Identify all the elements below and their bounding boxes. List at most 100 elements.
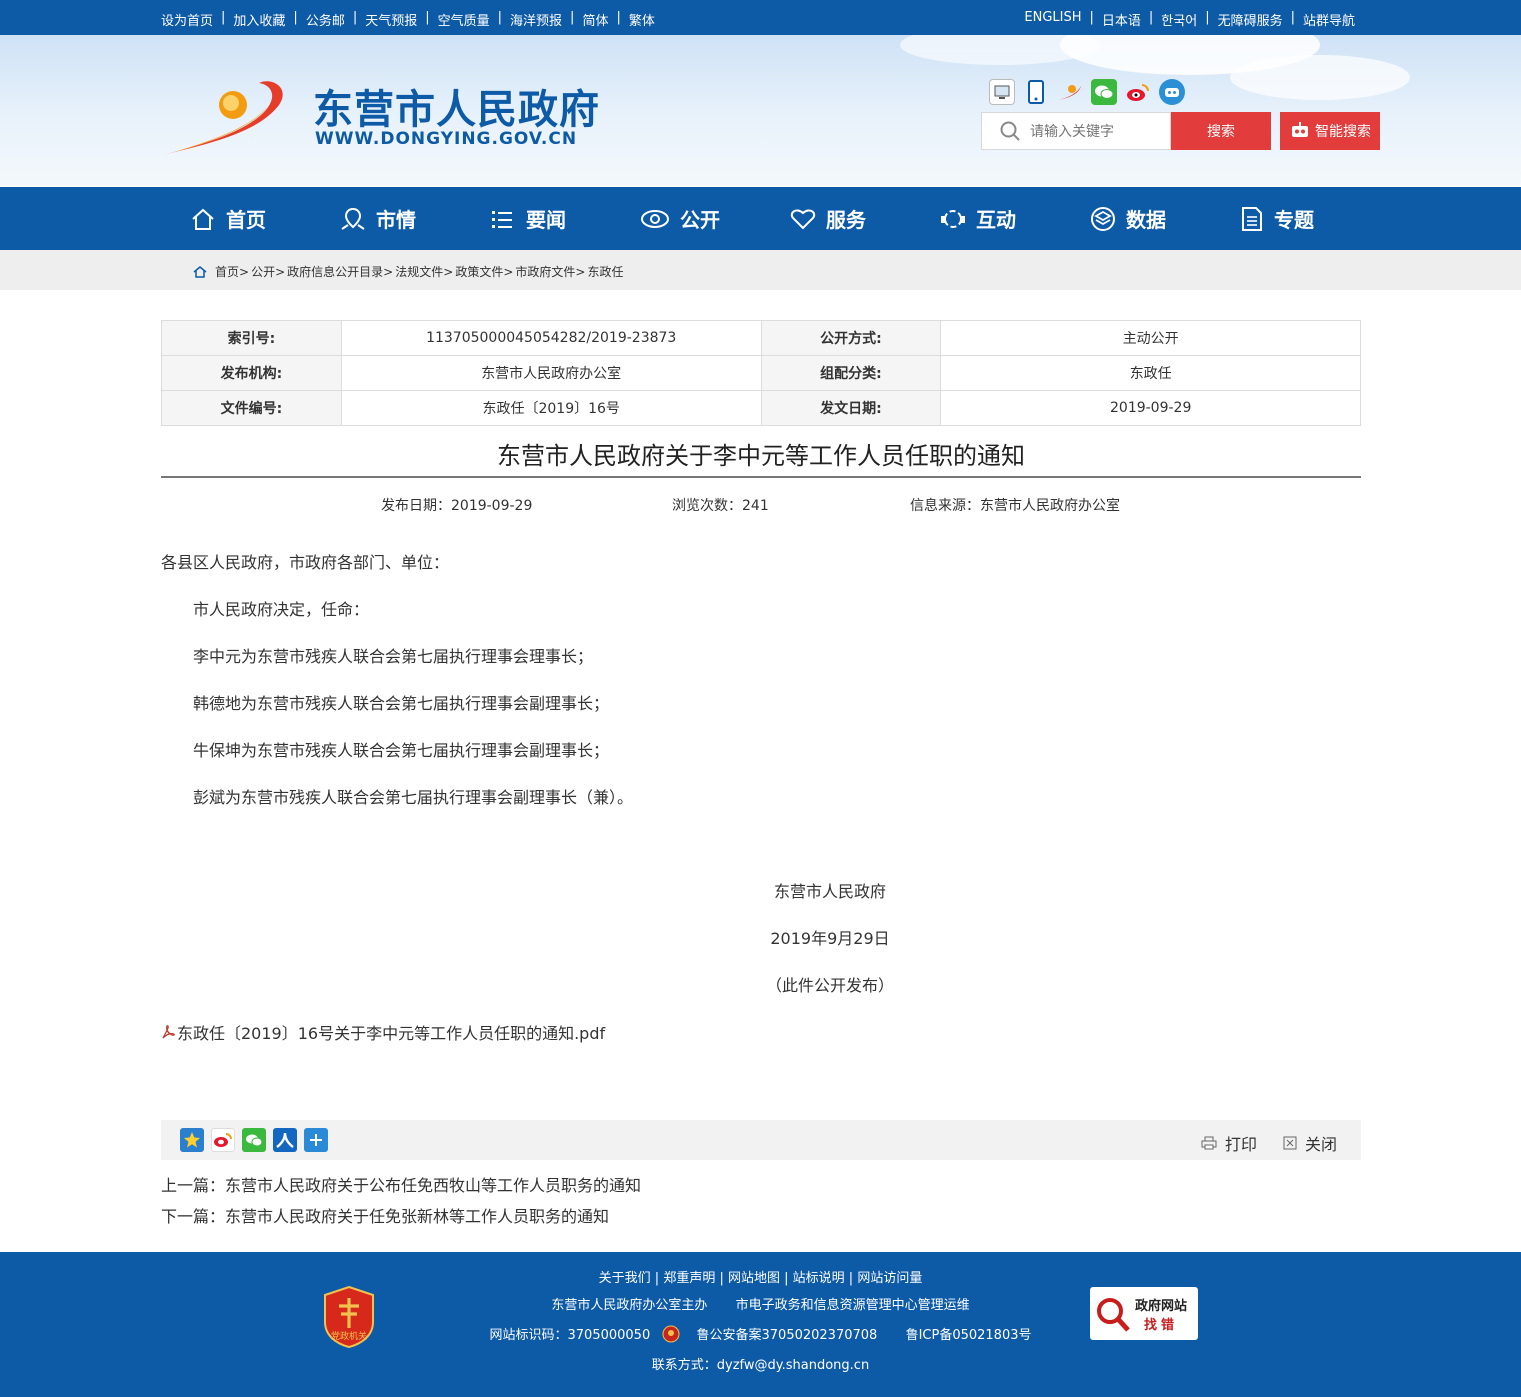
data-icon (1091, 206, 1115, 231)
police-emblem-icon (662, 1325, 680, 1343)
nav-item-city[interactable]: 市情 (340, 187, 416, 250)
publish-note: （此件公开发布） (765, 976, 894, 995)
open-mode-label: 公开方式: (760, 320, 942, 356)
search-input[interactable] (1030, 121, 1160, 143)
sign-date: 2019年9月29日 (770, 929, 890, 948)
eye-icon (641, 209, 669, 228)
cloud-decoration (1230, 55, 1410, 100)
error-report-line1: 政府网站 (1135, 1298, 1188, 1314)
open-mode-value: 主动公开 (940, 320, 1361, 356)
breadcrumb-link[interactable]: 东政任 (587, 263, 623, 280)
print-button[interactable]: 打印 (1201, 1131, 1257, 1155)
footer-site-id: 网站标识码：3705000050 (489, 1328, 651, 1343)
top-link-ocean[interactable]: 海洋预报 (510, 10, 562, 29)
robot-icon[interactable] (1159, 79, 1185, 105)
attachment-link[interactable]: 东政任〔2019〕16号关于李中元等工作人员任职的通知.pdf (161, 1020, 605, 1044)
top-links-right: ENGLISH | 日本语 | 한국어 | 无障碍服务 | 站群导航 (1024, 10, 1355, 29)
error-report-button[interactable]: 政府网站 找错 (1090, 1287, 1198, 1340)
doc-number-value: 东政任〔2019〕16号 (340, 390, 762, 426)
social-icons (989, 79, 1185, 105)
footer-police-record[interactable]: 鲁公安备案37050202370708 (697, 1328, 878, 1343)
nav-item-topics[interactable]: 专题 (1240, 187, 1314, 250)
nav-item-interaction[interactable]: 互动 (940, 187, 1016, 250)
top-link-air[interactable]: 空气质量 (438, 10, 490, 29)
share-icons (180, 1128, 328, 1152)
nav-label: 要闻 (526, 208, 566, 232)
top-link-weather[interactable]: 天气预报 (365, 10, 417, 29)
close-button[interactable]: 关闭 (1283, 1131, 1337, 1155)
renren-icon[interactable] (273, 1128, 297, 1152)
share-toolbar: 打印 关闭 (161, 1120, 1361, 1160)
footer-operator: 市电子政务和信息资源管理中心管理运维 (735, 1298, 970, 1313)
footer-link-visits[interactable]: 网站访问量 (857, 1271, 922, 1286)
paragraph: 彭斌为东营市残疾人联合会第七届执行理事会副理事长（兼）。 (193, 788, 634, 807)
view-count: 浏览次数：241 (672, 498, 769, 514)
prev-article-link[interactable]: 上一篇：东营市人民政府关于公布任免西牧山等工作人员职务的通知 (161, 1172, 641, 1196)
footer-link-statement[interactable]: 郑重声明 (663, 1271, 715, 1286)
info-source: 信息来源：东营市人民政府办公室 (910, 498, 1120, 514)
breadcrumb-link[interactable]: 首页 (215, 263, 239, 280)
weibo-icon[interactable] (211, 1128, 235, 1152)
paragraph: 李中元为东营市残疾人联合会第七届执行理事会理事长； (193, 647, 594, 666)
search-button[interactable]: 搜索 (1171, 112, 1271, 150)
breadcrumb-link[interactable]: 公开 (251, 263, 275, 280)
footer-link-about[interactable]: 关于我们 (599, 1271, 651, 1286)
nav-item-service[interactable]: 服务 (790, 187, 866, 250)
nav-item-home[interactable]: 首页 (190, 187, 266, 250)
top-link-mail[interactable]: 公务邮 (306, 10, 345, 29)
table-row: 发布机构: 东营市人民政府办公室 组配分类: 东政任 (161, 355, 1361, 391)
top-link-accessibility[interactable]: 无障碍服务 (1218, 10, 1283, 29)
top-link-english[interactable]: ENGLISH (1024, 10, 1081, 29)
top-link-traditional[interactable]: 繁体 (629, 10, 655, 29)
breadcrumb-link[interactable]: 政策文件 (455, 263, 503, 280)
site-title[interactable]: 东营市人民政府 (313, 77, 600, 135)
next-article-link[interactable]: 下一篇：东营市人民政府关于任免张新林等工作人员职务的通知 (161, 1203, 609, 1227)
top-links-left: 设为首页 | 加入收藏 | 公务邮 | 天气预报 | 空气质量 | 海洋预报 | 简体 | 繁… (161, 10, 655, 29)
weibo-icon[interactable] (1125, 79, 1151, 105)
qzone-icon[interactable] (180, 1128, 204, 1152)
top-link-set-home[interactable]: 设为首页 (161, 10, 213, 29)
breadcrumb-link[interactable]: 法规文件 (395, 263, 443, 280)
wechat-icon[interactable] (242, 1128, 266, 1152)
close-icon (1283, 1136, 1297, 1150)
home-icon (192, 208, 214, 230)
nav-item-news[interactable]: 要闻 (490, 187, 566, 250)
top-link-simplified[interactable]: 简体 (582, 10, 608, 29)
close-label: 关闭 (1305, 1135, 1338, 1154)
magnifier-icon (1097, 1297, 1130, 1332)
smart-search-label: 智能搜索 (1315, 124, 1371, 140)
printer-icon (1201, 1136, 1217, 1150)
logo-icon[interactable] (161, 75, 291, 160)
issue-date-label: 发文日期: (760, 390, 942, 426)
nav-item-open[interactable]: 公开 (640, 187, 720, 250)
footer-link-sitemap[interactable]: 网站地图 (728, 1271, 780, 1286)
footer-link-logo-desc[interactable]: 站标说明 (793, 1271, 845, 1286)
paragraph: 市人民政府决定，任命： (193, 600, 370, 619)
top-bar: 设为首页 | 加入收藏 | 公务邮 | 天气预报 | 空气质量 | 海洋预报 | 简体 | 繁… (0, 0, 1521, 35)
top-link-korean[interactable]: 한국어 (1161, 10, 1197, 29)
top-link-japanese[interactable]: 日本语 (1102, 10, 1141, 29)
error-report-line2: 找错 (1144, 1317, 1179, 1333)
app-icon[interactable] (1057, 79, 1083, 105)
service-hall-icon[interactable] (989, 79, 1015, 105)
nav-label: 互动 (976, 208, 1016, 232)
top-link-favorite[interactable]: 加入收藏 (233, 10, 285, 29)
breadcrumb: 首页 > 公开 > 政府信息公开目录 > 法规文件 > 政策文件 > 市政府文件 > 东政任 (0, 250, 1521, 290)
interaction-icon (941, 209, 965, 228)
more-share-icon[interactable] (304, 1128, 328, 1152)
breadcrumb-link[interactable]: 市政府文件 (515, 263, 575, 280)
breadcrumb-link[interactable]: 政府信息公开目录 (287, 263, 383, 280)
smart-search-button[interactable]: 智能搜索 (1280, 112, 1380, 150)
mobile-icon[interactable] (1023, 79, 1049, 105)
footer-host: 东营市人民政府办公室主办 (551, 1298, 708, 1313)
category-value: 东政任 (940, 355, 1361, 391)
print-label: 打印 (1225, 1135, 1258, 1154)
footer-icp[interactable]: 鲁ICP备05021803号 (906, 1328, 1032, 1343)
title-divider (161, 476, 1361, 478)
nav-item-data[interactable]: 数据 (1090, 187, 1166, 250)
wechat-icon[interactable] (1091, 79, 1117, 105)
top-link-site-group[interactable]: 站群导航 (1303, 10, 1355, 29)
issue-date-value: 2019-09-29 (940, 390, 1361, 426)
heart-icon (790, 209, 816, 229)
nav-label: 首页 (226, 208, 266, 232)
